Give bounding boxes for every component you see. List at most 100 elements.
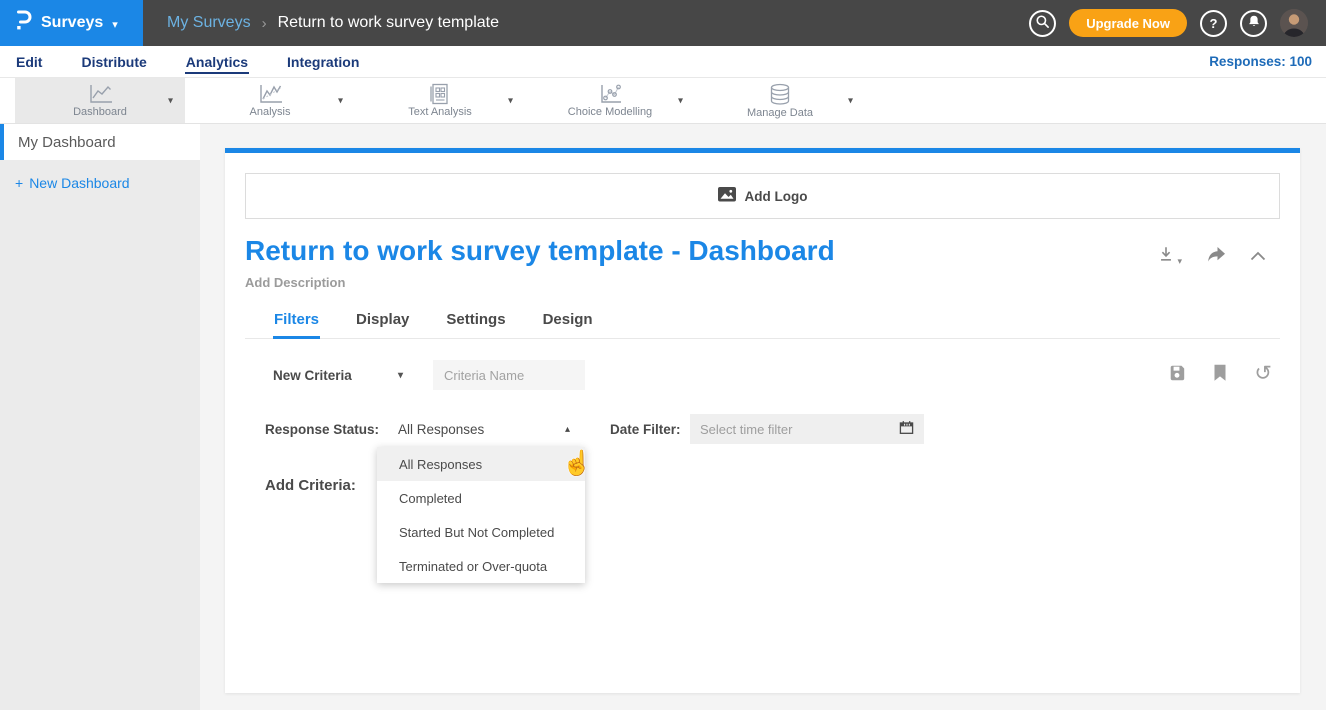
- criteria-actions: ↺: [1168, 364, 1272, 387]
- plus-icon: +: [15, 175, 23, 191]
- chevron-down-icon: ▾: [398, 370, 403, 381]
- criteria-name-input[interactable]: [433, 360, 585, 390]
- new-dashboard-label: New Dashboard: [29, 175, 129, 191]
- tab-settings[interactable]: Settings: [445, 311, 506, 338]
- responses-count[interactable]: Responses: 100: [1209, 54, 1326, 69]
- chevron-up-icon: [1250, 248, 1266, 266]
- main-content: Add Logo Return to work survey template …: [200, 124, 1326, 710]
- tab-filters[interactable]: Filters: [273, 311, 320, 338]
- dropdown-option-all-responses[interactable]: All Responses: [377, 447, 585, 481]
- analytics-toolbar: Dashboard ▾ Analysis ▾ Text Analysis ▾ C…: [0, 78, 1326, 124]
- image-icon: [718, 187, 736, 205]
- criteria-type-value: New Criteria: [273, 368, 352, 383]
- dashboard-tabs: Filters Display Settings Design: [245, 311, 1280, 339]
- toolbar-item-analysis[interactable]: Analysis ▾: [185, 78, 355, 123]
- toolbar-item-manage-data[interactable]: Manage Data ▾: [695, 78, 865, 123]
- toolbar-item-label: Dashboard: [73, 106, 127, 118]
- survey-menu-bar: Edit Distribute Analytics Integration Re…: [0, 46, 1326, 78]
- toolbar-item-label: Text Analysis: [408, 106, 472, 118]
- download-button[interactable]: ▾: [1157, 245, 1182, 268]
- bell-icon: [1247, 14, 1261, 32]
- collapse-button[interactable]: [1250, 248, 1266, 266]
- response-status-dropdown: All Responses Completed Started But Not …: [377, 447, 585, 583]
- add-criteria-label: Add Criteria:: [265, 477, 356, 494]
- breadcrumb: My Surveys › Return to work survey templ…: [167, 14, 499, 32]
- scatter-plot-icon: [597, 83, 623, 105]
- document-grid-icon: [429, 83, 451, 105]
- criteria-type-select[interactable]: New Criteria ▾: [273, 368, 403, 383]
- save-button[interactable]: [1168, 364, 1186, 387]
- toolbar-item-label: Manage Data: [747, 107, 813, 119]
- search-icon: [1035, 14, 1050, 32]
- tab-design[interactable]: Design: [542, 311, 594, 338]
- trend-chart-icon: [256, 83, 284, 105]
- topbar-actions: Upgrade Now ?: [1029, 9, 1326, 37]
- database-icon: [768, 83, 792, 106]
- toolbar-item-text-analysis[interactable]: Text Analysis ▾: [355, 78, 525, 123]
- date-filter-label: Date Filter:: [610, 422, 690, 437]
- sidebar-item-my-dashboard[interactable]: My Dashboard: [0, 124, 200, 160]
- date-filter-input[interactable]: [700, 422, 893, 437]
- product-switcher[interactable]: Surveys ▾: [0, 0, 143, 46]
- app-root: Surveys ▾ My Surveys › Return to work su…: [0, 0, 1326, 710]
- new-dashboard-button[interactable]: + New Dashboard: [15, 175, 200, 191]
- menu-item-analytics[interactable]: Analytics: [185, 50, 249, 74]
- menu-item-integration[interactable]: Integration: [286, 50, 360, 74]
- add-logo-button[interactable]: Add Logo: [245, 173, 1280, 219]
- upgrade-button[interactable]: Upgrade Now: [1069, 9, 1187, 37]
- tab-display[interactable]: Display: [355, 311, 410, 338]
- menu-item-distribute[interactable]: Distribute: [80, 50, 147, 74]
- dropdown-option-completed[interactable]: Completed: [377, 481, 585, 515]
- dashboard-card: Add Logo Return to work survey template …: [225, 148, 1300, 693]
- share-arrow-icon: [1206, 246, 1226, 268]
- product-switcher-label: Surveys: [41, 14, 103, 32]
- dashboard-sidebar: My Dashboard + New Dashboard: [0, 124, 200, 710]
- filter-row: Response Status: All Responses ▴ Date Fi…: [265, 414, 1280, 444]
- response-status-select[interactable]: All Responses ▴: [398, 422, 570, 437]
- title-row: Return to work survey template - Dashboa…: [245, 235, 1280, 268]
- title-actions: ▾: [1157, 245, 1266, 268]
- breadcrumb-separator: ›: [262, 15, 267, 32]
- notifications-button[interactable]: [1240, 10, 1267, 37]
- floppy-disk-icon: [1168, 369, 1186, 386]
- add-logo-label: Add Logo: [745, 189, 808, 204]
- criteria-row: New Criteria ▾ ↺: [273, 360, 1280, 390]
- chevron-up-icon: ▴: [565, 424, 570, 435]
- chevron-down-icon: ▾: [112, 18, 118, 31]
- dropdown-option-started-not-completed[interactable]: Started But Not Completed: [377, 515, 585, 549]
- dropdown-option-terminated-overquota[interactable]: Terminated or Over-quota: [377, 549, 585, 583]
- chevron-down-icon[interactable]: ▾: [678, 95, 683, 106]
- menu-item-edit[interactable]: Edit: [15, 50, 43, 74]
- date-filter-field[interactable]: [690, 414, 924, 444]
- reset-button[interactable]: ↺: [1254, 365, 1272, 385]
- toolbar-item-label: Analysis: [250, 106, 291, 118]
- line-chart-icon: [86, 83, 114, 105]
- top-bar: Surveys ▾ My Surveys › Return to work su…: [0, 0, 1326, 46]
- toolbar-item-choice-modelling[interactable]: Choice Modelling ▾: [525, 78, 695, 123]
- breadcrumb-current: Return to work survey template: [278, 14, 499, 32]
- questionpro-logo-icon: [15, 9, 32, 38]
- bookmark-button[interactable]: [1213, 364, 1227, 387]
- chevron-down-icon[interactable]: ▾: [338, 95, 343, 106]
- calendar-icon: [899, 420, 914, 438]
- download-icon: [1157, 245, 1175, 268]
- bookmark-icon: [1213, 369, 1227, 386]
- chevron-down-icon[interactable]: ▾: [848, 95, 853, 106]
- chevron-down-icon[interactable]: ▾: [508, 95, 513, 106]
- reset-icon: ↺: [1254, 362, 1272, 385]
- toolbar-item-dashboard[interactable]: Dashboard ▾: [15, 78, 185, 123]
- breadcrumb-my-surveys[interactable]: My Surveys: [167, 14, 251, 32]
- help-button[interactable]: ?: [1200, 10, 1227, 37]
- avatar[interactable]: [1280, 9, 1308, 37]
- chevron-down-icon: ▾: [1177, 256, 1182, 267]
- response-status-label: Response Status:: [265, 422, 398, 437]
- page-body: My Dashboard + New Dashboard Add Logo Re…: [0, 124, 1326, 710]
- search-button[interactable]: [1029, 10, 1056, 37]
- chevron-down-icon[interactable]: ▾: [168, 95, 173, 106]
- page-title[interactable]: Return to work survey template - Dashboa…: [245, 235, 835, 267]
- add-description-field[interactable]: Add Description: [245, 275, 1280, 290]
- share-button[interactable]: [1206, 246, 1226, 268]
- sidebar-item-label: My Dashboard: [18, 134, 116, 151]
- response-status-value: All Responses: [398, 422, 484, 437]
- toolbar-item-label: Choice Modelling: [568, 106, 652, 118]
